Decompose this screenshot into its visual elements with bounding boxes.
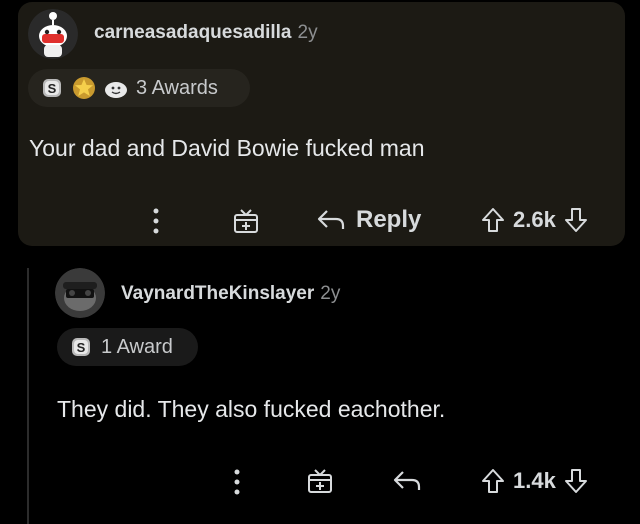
awards-pill[interactable]: S 3 Awards xyxy=(28,69,250,107)
reply-button[interactable]: Reply xyxy=(316,206,421,234)
reply-arrow-icon xyxy=(317,210,345,229)
username-text[interactable]: VaynardTheKinslayer xyxy=(121,283,314,304)
gift-icon xyxy=(308,469,332,493)
comment-author[interactable]: carneasadaquesadilla 2y xyxy=(94,22,318,44)
vote-score: 1.4k xyxy=(513,468,556,493)
user-avatar[interactable] xyxy=(55,268,105,318)
user-avatar[interactable] xyxy=(28,9,78,59)
upvote-icon[interactable] xyxy=(481,206,505,234)
more-dots-icon xyxy=(234,469,240,495)
vote-control: 1.4k xyxy=(481,467,588,495)
vote-control: 2.6k xyxy=(481,206,588,234)
reply-arrow-icon xyxy=(393,471,421,490)
comment-body: Your dad and David Bowie fucked man xyxy=(29,135,425,161)
silver-award-icon: S xyxy=(43,79,61,97)
downvote-icon[interactable] xyxy=(564,206,588,234)
more-options-button[interactable] xyxy=(151,207,161,235)
thread-line[interactable] xyxy=(27,268,29,524)
wholesome-award-icon xyxy=(105,82,127,98)
comment-body: They did. They also fucked eachother. xyxy=(57,396,446,422)
silver-award-icon: S xyxy=(72,338,90,356)
more-dots-icon xyxy=(153,208,159,234)
downvote-icon[interactable] xyxy=(564,467,588,495)
snoo-avatar-icon xyxy=(55,268,105,318)
comment-author[interactable]: VaynardTheKinslayer 2y xyxy=(121,283,340,305)
awards-pill[interactable]: S 1 Award xyxy=(57,328,198,366)
more-options-button[interactable] xyxy=(232,468,242,496)
username-text[interactable]: carneasadaquesadilla xyxy=(94,22,292,43)
parent-comment-card: carneasadaquesadilla 2y S 3 Awards Your d… xyxy=(18,2,625,246)
gold-star-award-icon xyxy=(73,77,95,99)
vote-score: 2.6k xyxy=(513,207,556,232)
reply-label: Reply xyxy=(356,206,422,233)
give-award-button[interactable] xyxy=(232,207,260,235)
svg-text:S: S xyxy=(77,340,86,355)
snoo-avatar-icon xyxy=(28,9,78,59)
comment-age: 2y xyxy=(297,22,318,43)
svg-text:S: S xyxy=(48,81,57,96)
comment-age: 2y xyxy=(320,283,341,304)
give-award-button[interactable] xyxy=(306,467,334,495)
upvote-icon[interactable] xyxy=(481,467,505,495)
gift-icon xyxy=(234,209,258,233)
awards-count: 1 Award xyxy=(101,335,173,358)
awards-count: 3 Awards xyxy=(136,76,218,99)
reply-button[interactable] xyxy=(392,467,422,495)
